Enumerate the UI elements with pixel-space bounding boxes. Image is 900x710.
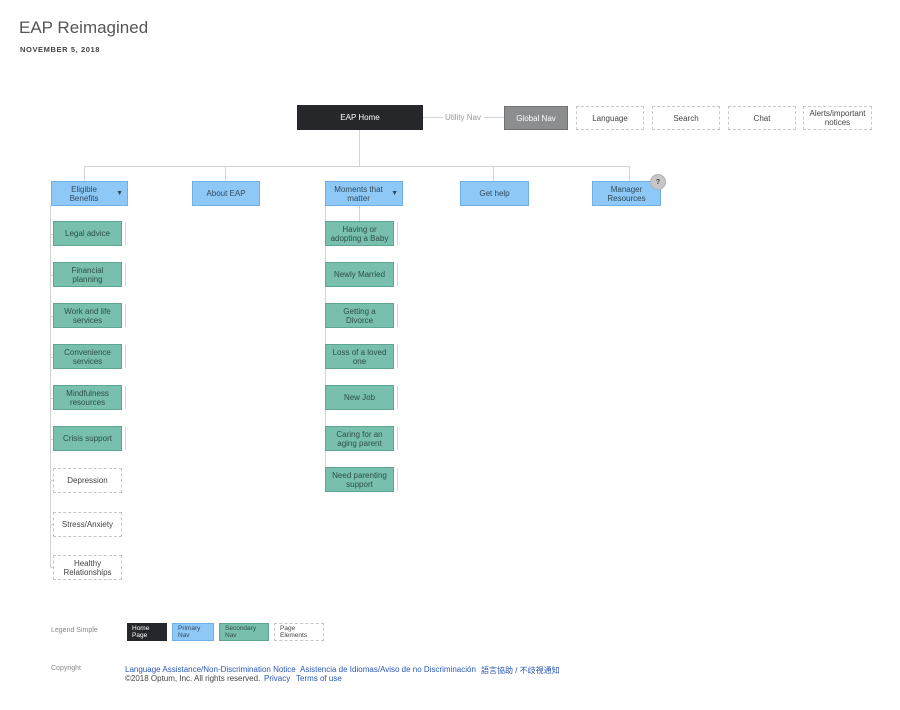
global-nav-node[interactable]: Global Nav — [504, 106, 568, 130]
page-title: EAP Reimagined — [19, 18, 149, 37]
legend-secondary-nav: Secondary Nav — [219, 623, 269, 641]
chevron-down-icon: ▼ — [391, 190, 398, 197]
moment-new-job[interactable]: New Job — [325, 385, 394, 410]
legend-primary-nav: Primary Nav — [172, 623, 214, 641]
moment-parenting[interactable]: Need parenting support — [325, 467, 394, 492]
link-language-assistance[interactable]: Language Assistance/Non-Discrimination N… — [125, 665, 296, 674]
moment-divorce[interactable]: Getting a Divorce — [325, 303, 394, 328]
chevron-down-icon: ▼ — [116, 190, 123, 197]
benefit-mindfulness[interactable]: Mindfulness resources — [53, 385, 122, 410]
utility-chat[interactable]: Chat — [728, 106, 796, 130]
benefit-convenience[interactable]: Convenience services — [53, 344, 122, 369]
legend-home-page: Home Page — [127, 623, 167, 641]
utility-nav-label: Utility Nav — [445, 113, 482, 122]
benefit-legal-advice[interactable]: Legal advice — [53, 221, 122, 246]
benefit-work-life[interactable]: Work and life services — [53, 303, 122, 328]
legend-page-elements: Page Elements — [274, 623, 324, 641]
page-depression[interactable]: Depression — [53, 468, 122, 493]
link-privacy[interactable]: Privacy — [264, 674, 290, 683]
primary-get-help[interactable]: Get help — [460, 181, 529, 206]
connector — [484, 117, 504, 118]
moment-aging-parent[interactable]: Caring for an aging parent — [325, 426, 394, 451]
primary-eligible-benefits[interactable]: Eligible Benefits ▼ — [51, 181, 128, 206]
moment-married[interactable]: Newly Married — [325, 262, 394, 287]
primary-moments[interactable]: Moments that matter ▼ — [325, 181, 403, 206]
page-healthy-relationships[interactable]: Healthy Relationships — [53, 555, 122, 580]
page-stress-anxiety[interactable]: Stress/Anxiety — [53, 512, 122, 537]
help-badge[interactable]: ? — [650, 174, 666, 190]
link-terms[interactable]: Terms of use — [296, 674, 342, 683]
utility-alerts[interactable]: Alerts/important notices — [803, 106, 872, 130]
moment-baby[interactable]: Having or adopting a Baby — [325, 221, 394, 246]
copyright-text: ©2018 Optum, Inc. All rights reserved. — [125, 674, 261, 683]
connector — [423, 117, 443, 118]
link-asistencia-idiomas[interactable]: Asistencia de Idiomas/Aviso de no Discri… — [300, 665, 476, 674]
connector — [629, 166, 630, 181]
primary-label: Moments that matter — [334, 184, 383, 203]
link-chinese-notice[interactable]: 語言協助 / 不歧視通知 — [481, 665, 560, 676]
primary-label: Eligible Benefits — [69, 184, 99, 203]
connector — [50, 205, 51, 567]
connector — [359, 130, 360, 166]
connector — [225, 166, 226, 181]
connector — [493, 166, 494, 181]
legend-label: Legend Simple — [51, 627, 98, 634]
benefit-financial-planning[interactable]: Financial planning — [53, 262, 122, 287]
moment-loss[interactable]: Loss of a loved one — [325, 344, 394, 369]
connector — [84, 166, 630, 167]
home-node[interactable]: EAP Home — [297, 105, 423, 130]
utility-language[interactable]: Language — [576, 106, 644, 130]
benefit-crisis-support[interactable]: Crisis support — [53, 426, 122, 451]
connector — [359, 205, 360, 221]
page-date: NOVEMBER 5, 2018 — [20, 45, 101, 54]
primary-about[interactable]: About EAP — [192, 181, 260, 206]
connector — [84, 166, 85, 181]
copyright-label: Copyright — [51, 665, 81, 672]
utility-search[interactable]: Search — [652, 106, 720, 130]
